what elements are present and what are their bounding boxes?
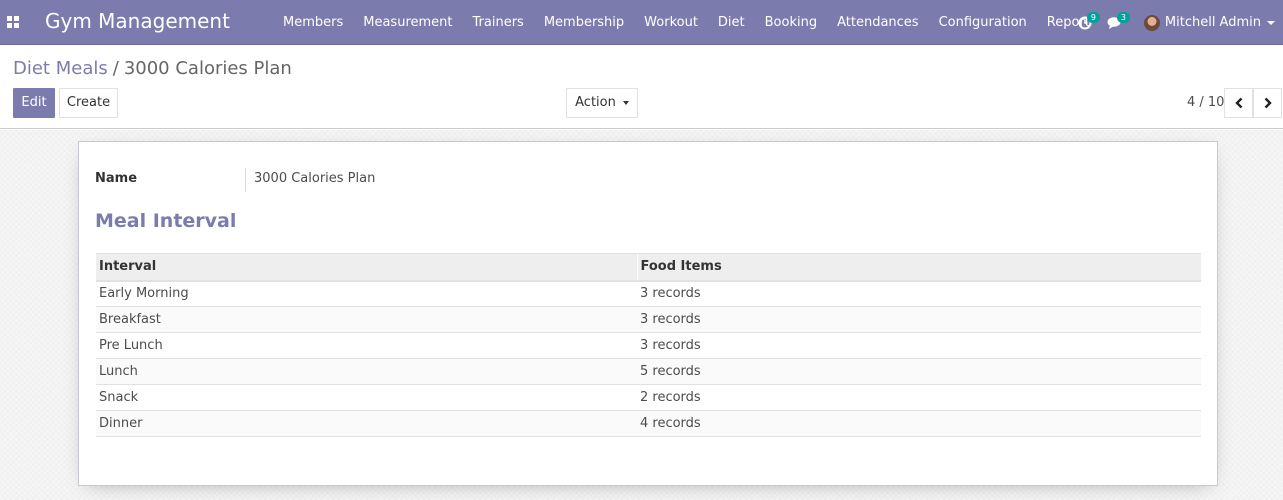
- systray: 9 3 Mitchell Admin: [1070, 0, 1283, 45]
- table-row[interactable]: Dinner 4 records: [96, 410, 1201, 437]
- action-dropdown-button[interactable]: Action: [566, 88, 638, 118]
- menu-item-members[interactable]: Members: [273, 0, 353, 45]
- top-navbar: Gym Management Members Measurement Train…: [0, 0, 1283, 45]
- table-row[interactable]: Early Morning 3 records: [96, 280, 1201, 307]
- interval-cell: Snack: [96, 384, 637, 411]
- food-items-cell: 3 records: [637, 332, 1201, 359]
- table-row[interactable]: Snack 2 records: [96, 384, 1201, 411]
- food-items-cell: 2 records: [637, 384, 1201, 411]
- form-view-background: Name 3000 Calories Plan Meal Interval In…: [0, 130, 1283, 500]
- meal-interval-table: Interval Food Items Early Morning 3 reco…: [96, 253, 1201, 443]
- main-menu: Members Measurement Trainers Membership …: [273, 0, 1100, 45]
- menu-item-attendances[interactable]: Attendances: [827, 0, 928, 45]
- meal-interval-section-title: Meal Interval: [95, 210, 237, 232]
- interval-cell: Dinner: [96, 410, 637, 437]
- chevron-right-icon: [1264, 97, 1272, 109]
- avatar: [1143, 14, 1160, 31]
- caret-down-icon: [622, 101, 629, 105]
- control-panel: Diet Meals/3000 Calories Plan Edit Creat…: [0, 45, 1283, 129]
- apps-menu-icon[interactable]: [7, 16, 19, 28]
- menu-item-trainers[interactable]: Trainers: [463, 0, 534, 45]
- interval-cell: Breakfast: [96, 306, 637, 333]
- name-field-label: Name: [95, 171, 138, 186]
- food-items-cell: 3 records: [637, 306, 1201, 333]
- chevron-down-icon: [1267, 20, 1275, 25]
- field-divider: [245, 168, 246, 192]
- food-items-cell: 4 records: [637, 410, 1201, 437]
- table-footer-cell: [96, 436, 637, 443]
- edit-button[interactable]: Edit: [13, 88, 55, 118]
- table-footer-cell: [637, 436, 1201, 443]
- table-row[interactable]: Lunch 5 records: [96, 358, 1201, 385]
- name-field-value: 3000 Calories Plan: [254, 171, 376, 186]
- breadcrumb: Diet Meals/3000 Calories Plan: [13, 58, 292, 79]
- breadcrumb-current: 3000 Calories Plan: [123, 58, 292, 79]
- menu-item-membership[interactable]: Membership: [534, 0, 634, 45]
- app-brand[interactable]: Gym Management: [45, 9, 230, 33]
- activities-badge: 9: [1086, 12, 1100, 23]
- menu-item-workout[interactable]: Workout: [634, 0, 708, 45]
- chevron-left-icon: [1234, 97, 1242, 109]
- pager-previous-button[interactable]: [1224, 88, 1253, 118]
- menu-item-configuration[interactable]: Configuration: [929, 0, 1037, 45]
- menu-item-diet[interactable]: Diet: [708, 0, 755, 45]
- menu-item-measurement[interactable]: Measurement: [353, 0, 462, 45]
- user-menu[interactable]: Mitchell Admin: [1143, 14, 1275, 31]
- food-items-cell: 3 records: [637, 280, 1201, 307]
- pager-value[interactable]: 4 / 10: [1187, 95, 1224, 110]
- interval-cell: Pre Lunch: [96, 332, 637, 359]
- activities-button[interactable]: 9: [1070, 0, 1100, 45]
- column-header-food-items[interactable]: Food Items: [636, 253, 1201, 282]
- interval-cell: Early Morning: [96, 280, 637, 307]
- form-sheet: Name 3000 Calories Plan Meal Interval In…: [78, 141, 1218, 486]
- table-footer-row: [96, 436, 1201, 443]
- breadcrumb-separator: /: [112, 58, 119, 79]
- interval-cell: Lunch: [96, 358, 637, 385]
- menu-item-booking[interactable]: Booking: [755, 0, 827, 45]
- user-name: Mitchell Admin: [1164, 15, 1261, 30]
- pager-next-button[interactable]: [1253, 88, 1282, 118]
- messages-badge: 3: [1116, 12, 1130, 23]
- food-items-cell: 5 records: [637, 358, 1201, 385]
- column-header-interval[interactable]: Interval: [96, 253, 637, 282]
- action-button-label: Action: [575, 95, 616, 110]
- table-row[interactable]: Pre Lunch 3 records: [96, 332, 1201, 359]
- messages-button[interactable]: 3: [1100, 0, 1130, 45]
- table-header-row: Interval Food Items: [96, 253, 1201, 282]
- breadcrumb-parent-link[interactable]: Diet Meals: [13, 58, 108, 79]
- create-button[interactable]: Create: [59, 88, 118, 118]
- table-row[interactable]: Breakfast 3 records: [96, 306, 1201, 333]
